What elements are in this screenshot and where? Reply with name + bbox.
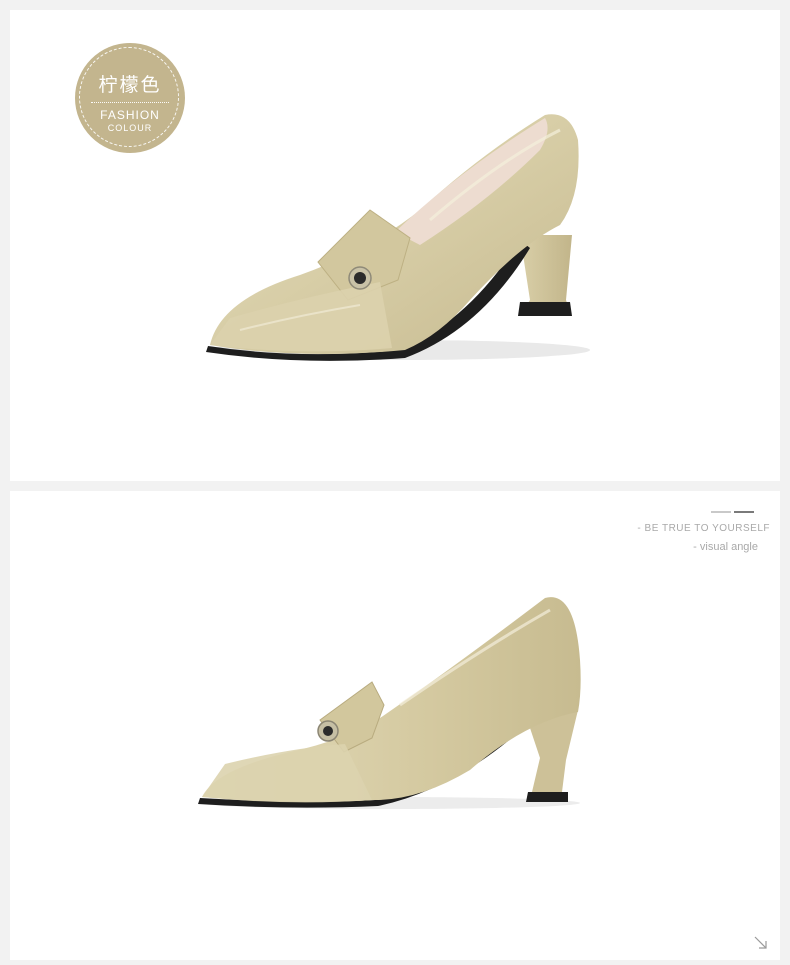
side-button-center — [323, 726, 333, 736]
shoe-photo-side — [198, 597, 581, 809]
side-heel-tip — [526, 792, 568, 802]
arrow-down-right-icon — [754, 936, 767, 949]
side-toe — [202, 744, 372, 803]
